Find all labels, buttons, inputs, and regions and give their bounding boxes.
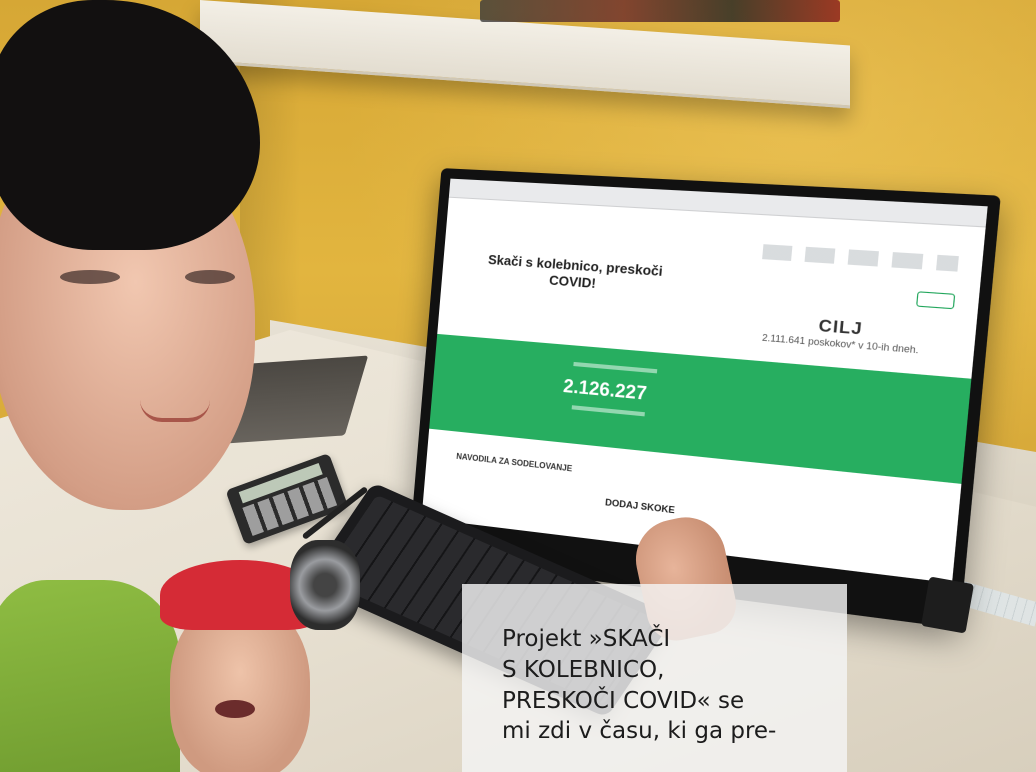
caption-box: Projekt »SKAČI S KOLEBNICO, PRESKOČI COV…: [462, 584, 847, 772]
boy-eye-right: [185, 270, 235, 284]
screen-instructions-link: NAVODILA ZA SODELOVANJE: [455, 451, 573, 474]
site-nav-button: [916, 291, 956, 310]
headband-tail: [290, 540, 360, 630]
inset-mouth: [215, 700, 255, 718]
photo-scene: Skači s kolebnico, preskoči COVID! CILJ …: [0, 0, 1036, 772]
caption-line: Projekt »SKAČI: [502, 626, 671, 652]
phone-stand: [921, 576, 974, 634]
screen-goal: CILJ 2.111.641 poskokov* v 10-ih dneh.: [754, 312, 928, 357]
caption-line: S KOLEBNICO,: [502, 656, 665, 683]
boy-inset: [150, 540, 365, 772]
caption-line: PRESKOČI COVID« se: [502, 687, 745, 714]
caption-line: mi zdi v času, ki ga pre-: [502, 718, 777, 745]
site-nav: [762, 244, 959, 272]
banner-caption-line: [573, 361, 658, 374]
boy-eye-left: [60, 270, 120, 284]
boy-hair: [0, 0, 260, 250]
screen-add-jumps-button: DODAJ SKOKE: [604, 496, 676, 516]
shelf-objects: [480, 0, 840, 22]
screen-counter: 2.126.227: [562, 375, 648, 404]
screen-site-title: Skači s kolebnico, preskoči COVID!: [487, 251, 664, 292]
caption-text: Projekt »SKAČI S KOLEBNICO, PRESKOČI COV…: [502, 624, 832, 747]
boy-mouth: [140, 400, 210, 422]
banner-caption-line: [571, 405, 645, 417]
